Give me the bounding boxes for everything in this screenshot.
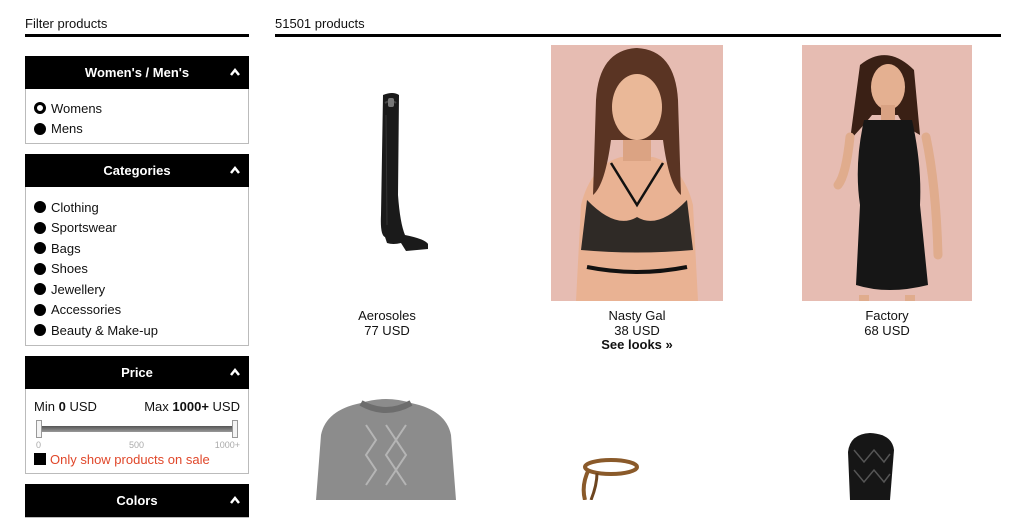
price-panel: Price Min 0 USD Max 1000+ USD 0 500 1000… (25, 355, 249, 474)
model-photo (833, 55, 943, 301)
product-count: 51501 products (275, 0, 1001, 37)
product-image[interactable] (551, 45, 723, 301)
category-sportswear[interactable]: Sportswear (34, 218, 240, 239)
option-label: Womens (51, 100, 103, 116)
bullet-icon (34, 283, 46, 296)
gender-option-womens[interactable]: Womens (34, 98, 240, 119)
option-label: Bags (51, 240, 81, 256)
price-range-readout: Min 0 USD Max 1000+ USD (34, 399, 240, 414)
product-card[interactable] (551, 455, 651, 501)
sweater-image (316, 399, 456, 500)
categories-panel: Categories Clothing Sportswear Bags Shoe… (25, 154, 249, 346)
category-jewellery[interactable]: Jewellery (34, 279, 240, 300)
tick-label: 1000+ (214, 439, 240, 450)
price-max-readout: Max 1000+ USD (144, 398, 240, 414)
sale-only-checkbox[interactable]: Only show products on sale (34, 452, 240, 473)
bullet-icon (34, 324, 46, 337)
product-brand[interactable]: Nasty Gal (551, 308, 723, 324)
product-card[interactable]: Aerosoles 77 USD (301, 45, 473, 338)
option-label: Mens (51, 121, 83, 137)
product-card[interactable]: Nasty Gal 38 USD See looks » (551, 45, 723, 353)
price-slider-track[interactable] (38, 425, 236, 432)
option-label: Jewellery (51, 281, 106, 297)
gender-panel-header[interactable]: Women's / Men's (25, 56, 249, 89)
product-image[interactable] (802, 45, 972, 301)
colors-panel-header[interactable]: Colors (25, 483, 249, 517)
filter-sidebar: Filter products Women's / Men's Womens M… (25, 0, 249, 518)
bullet-icon (34, 242, 46, 255)
product-card[interactable] (311, 395, 461, 500)
product-brand[interactable]: Factory (802, 308, 972, 324)
option-label: Beauty & Make-up (51, 322, 158, 338)
colors-panel: Colors (25, 483, 249, 518)
chevron-up-icon[interactable] (230, 166, 240, 174)
product-price: 68 USD (864, 322, 910, 338)
bullet-icon (34, 262, 46, 275)
chevron-up-icon[interactable] (230, 68, 240, 76)
categories-panel-header[interactable]: Categories (25, 154, 249, 187)
product-card[interactable] (830, 432, 910, 500)
option-label: Sportswear (51, 220, 117, 236)
bullet-icon (34, 221, 46, 234)
category-shoes[interactable]: Shoes (34, 259, 240, 280)
model-photo (576, 48, 698, 301)
product-price: 38 USD (614, 322, 660, 338)
price-slider[interactable]: 0 500 1000+ (36, 419, 240, 450)
option-label: Clothing (51, 199, 99, 215)
radio-selected-icon[interactable] (34, 102, 46, 115)
product-price: 77 USD (364, 322, 410, 338)
price-max-handle[interactable] (232, 419, 238, 438)
boot-image (380, 93, 428, 251)
checkbox-icon[interactable] (34, 453, 46, 465)
tick-label: 0 (36, 439, 42, 450)
option-label: Shoes (51, 261, 88, 277)
gender-panel-title: Women's / Men's (84, 65, 190, 80)
price-min-readout: Min 0 USD (34, 398, 97, 414)
product-grid: 51501 products Aerosoles 77 USD Nasty Ga… (275, 0, 1001, 501)
product-brand[interactable]: Aerosoles (301, 308, 473, 324)
see-looks-link[interactable]: See looks » (551, 337, 723, 353)
price-panel-title: Price (121, 364, 153, 380)
category-beauty[interactable]: Beauty & Make-up (34, 320, 240, 341)
radio-icon[interactable] (34, 122, 46, 135)
category-clothing[interactable]: Clothing (34, 197, 240, 218)
bullet-icon (34, 201, 46, 214)
bullet-icon (34, 303, 46, 316)
price-panel-header[interactable]: Price (25, 355, 249, 389)
colors-panel-title: Colors (116, 492, 158, 508)
product-image[interactable] (301, 45, 473, 301)
tick-label: 500 (129, 439, 145, 450)
heel-image (848, 433, 894, 500)
chevron-up-icon[interactable] (230, 367, 240, 376)
product-card[interactable]: Factory 68 USD (802, 45, 972, 338)
price-min-handle[interactable] (36, 419, 42, 438)
sale-only-label: Only show products on sale (50, 451, 210, 467)
gender-option-mens[interactable]: Mens (34, 119, 240, 140)
option-label: Accessories (51, 302, 122, 318)
category-accessories[interactable]: Accessories (34, 300, 240, 321)
categories-panel-title: Categories (103, 163, 171, 178)
gender-panel: Women's / Men's Womens Mens (25, 56, 249, 144)
category-bags[interactable]: Bags (34, 238, 240, 259)
filter-title: Filter products (25, 0, 249, 37)
sandal-image (581, 458, 639, 501)
